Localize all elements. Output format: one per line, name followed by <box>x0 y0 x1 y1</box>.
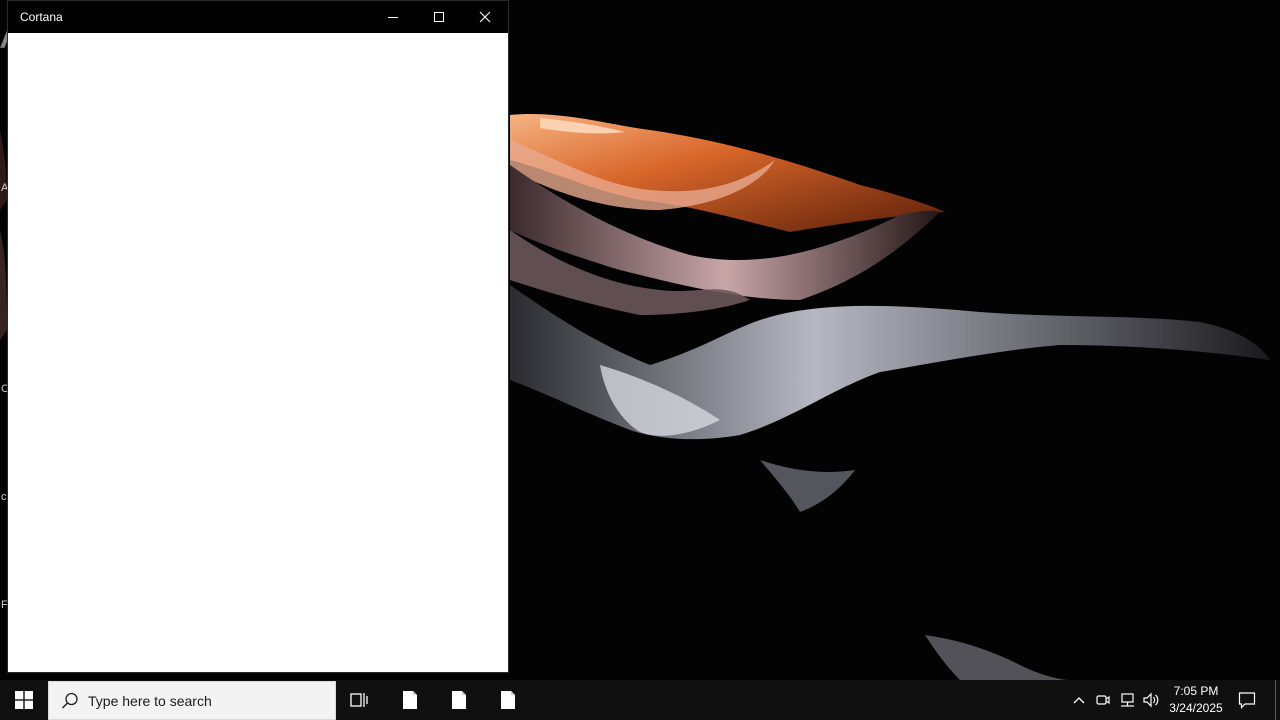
taskbar-search-box[interactable]: Type here to search <box>48 681 336 720</box>
file-icon <box>501 691 515 709</box>
action-center-icon <box>1238 692 1256 709</box>
clock-time: 7:05 PM <box>1173 684 1219 698</box>
taskbar-pinned-file-1[interactable] <box>386 680 434 720</box>
window-title: Cortana <box>20 10 63 24</box>
volume-button[interactable] <box>1140 680 1162 720</box>
clock-date: 3/24/2025 <box>1169 701 1223 715</box>
windows-logo-icon <box>15 691 33 709</box>
close-icon <box>479 11 491 23</box>
start-button[interactable] <box>0 680 48 720</box>
search-icon <box>61 692 78 709</box>
meet-now-button[interactable] <box>1092 680 1114 720</box>
show-desktop-button[interactable] <box>1275 680 1276 720</box>
action-center-button[interactable] <box>1232 680 1262 720</box>
chevron-up-icon <box>1073 697 1085 704</box>
maximize-icon <box>434 12 444 22</box>
taskbar-clock[interactable]: 7:05 PM 3/24/2025 <box>1162 681 1230 719</box>
volume-icon <box>1143 692 1159 708</box>
minimize-icon <box>388 17 398 18</box>
minimize-button[interactable] <box>370 1 416 33</box>
maximize-button[interactable] <box>416 1 462 33</box>
desktop-icon-label-fragment: c <box>1 491 7 503</box>
taskbar-pinned-file-2[interactable] <box>435 680 483 720</box>
cortana-window: Cortana <box>7 0 509 673</box>
network-icon <box>1121 693 1134 707</box>
search-placeholder: Type here to search <box>88 693 212 709</box>
file-icon <box>452 691 466 709</box>
cortana-content-area <box>8 33 508 672</box>
task-view-icon <box>350 693 368 707</box>
file-icon <box>403 691 417 709</box>
show-hidden-icons-button[interactable] <box>1068 680 1090 720</box>
close-button[interactable] <box>462 1 508 33</box>
network-button[interactable] <box>1116 680 1138 720</box>
task-view-button[interactable] <box>337 680 383 720</box>
window-titlebar[interactable]: Cortana <box>8 1 508 33</box>
meet-now-icon <box>1096 695 1110 705</box>
taskbar-pinned-file-3[interactable] <box>484 680 532 720</box>
